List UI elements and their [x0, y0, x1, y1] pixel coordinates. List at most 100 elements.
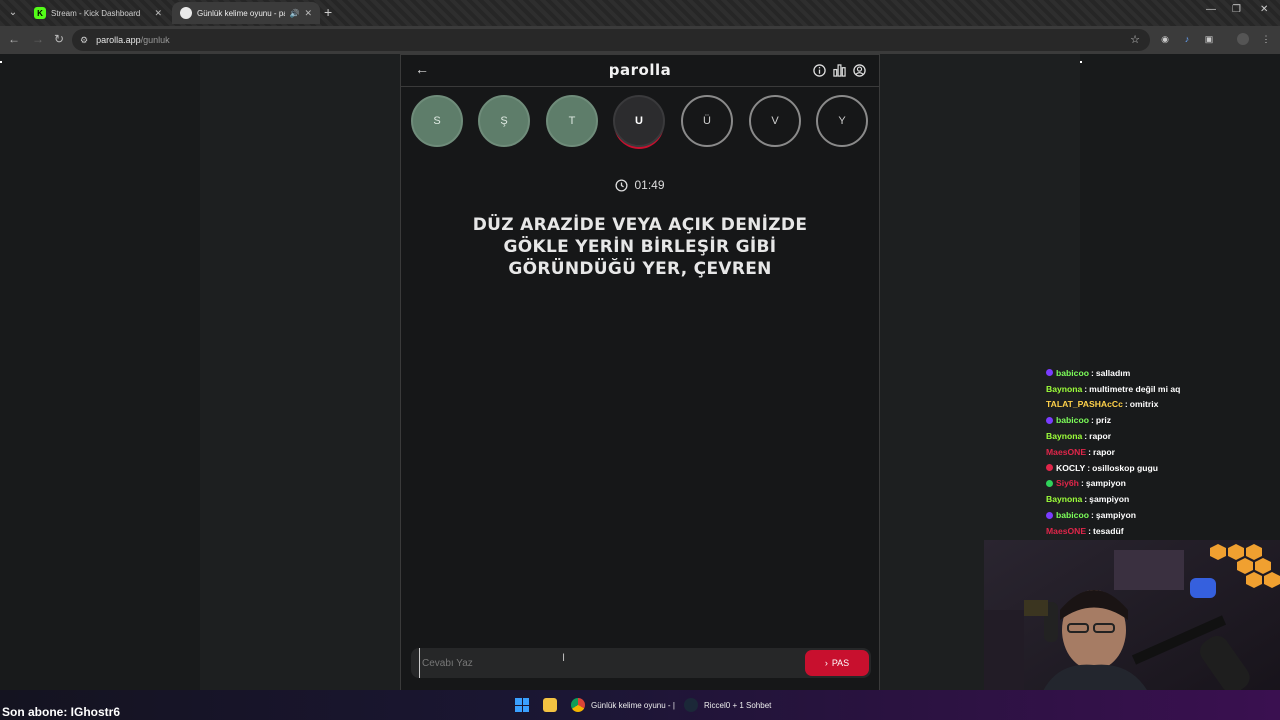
letter-circle-s[interactable]: S: [411, 95, 463, 147]
corner-dot: [1080, 61, 1082, 63]
parolla-app: ← parolla S Ş T U Ü V Y 01:49 DÜZ ARAZİD…: [400, 54, 880, 690]
chat-badge-icon: [1046, 479, 1053, 487]
chat-separator: :: [1084, 431, 1088, 442]
tab-label: Günlük kelime oyunu - par: [197, 8, 286, 18]
chat-text: omitrix: [1129, 399, 1159, 410]
site-info-icon[interactable]: ⚙: [80, 35, 88, 46]
clue-text: DÜZ ARAZİDE VEYA AÇIK DENİZDE GÖKLE YERİ…: [441, 214, 839, 280]
answer-input[interactable]: [419, 648, 799, 678]
close-window-icon[interactable]: ✕: [1260, 4, 1268, 15]
info-icon[interactable]: [813, 64, 826, 77]
pass-label: PAS: [831, 658, 850, 668]
tab-search-icon[interactable]: ⌄: [4, 4, 22, 22]
forward-arrow-icon[interactable]: →: [32, 32, 44, 46]
chat-username: MaesONE: [1046, 446, 1087, 457]
taskbar-item-label: Günlük kelime oyunu - |: [591, 700, 675, 710]
speaker-icon[interactable]: 🔊: [289, 9, 299, 18]
menu-dots-icon[interactable]: ⋮: [1260, 33, 1272, 45]
chat-message: TALAT_PASHAcCc: omitrix: [1046, 397, 1280, 413]
chat-message: babicoo: şampiyon: [1046, 507, 1280, 523]
taskbar-chrome[interactable]: Günlük kelime oyunu - |: [571, 696, 675, 714]
app-header: ← parolla: [401, 54, 879, 87]
minimize-icon[interactable]: —: [1206, 4, 1216, 15]
browser-toolbar: ← → ↻ ⚙ parolla.app/gunluk ☆ ◉ ♪ ▣ ⋮: [0, 26, 1280, 54]
maximize-icon[interactable]: ❐: [1232, 4, 1241, 15]
browser-tab-strip: ⌄ K Stream - Kick Dashboard ✕ Günlük kel…: [0, 0, 1280, 26]
letter-label: V: [771, 115, 779, 127]
chat-badge-icon: [1046, 369, 1053, 377]
reload-icon[interactable]: ↻: [54, 32, 64, 46]
chat-separator: :: [1124, 399, 1128, 410]
chat-message: Baynona: şampiyon: [1046, 491, 1280, 507]
chat-message: Baynona: rapor: [1046, 428, 1280, 444]
answer-bar: › PAS: [411, 648, 871, 678]
clock-icon: [615, 178, 629, 192]
url-path: /gunluk: [140, 35, 170, 45]
stats-icon[interactable]: [833, 64, 846, 77]
letter-label: T: [568, 115, 576, 127]
countdown-timer: 01:49: [401, 178, 879, 192]
taskbar-file-explorer[interactable]: [543, 696, 563, 714]
tab-kick-dashboard[interactable]: K Stream - Kick Dashboard ✕: [26, 2, 170, 24]
letter-circle-u[interactable]: U: [613, 95, 665, 147]
account-icon[interactable]: [853, 64, 866, 77]
new-tab-button[interactable]: +: [324, 5, 332, 19]
url-domain: parolla.app: [96, 35, 141, 45]
steam-icon: [684, 698, 698, 712]
chrome-icon: [571, 698, 585, 712]
kick-favicon-icon: K: [34, 7, 46, 19]
chat-text: osilloskop gugu: [1092, 462, 1159, 473]
chat-text: priz: [1095, 415, 1112, 426]
chat-badge-icon: [1046, 511, 1053, 519]
chat-text: şampiyon: [1095, 510, 1136, 521]
tab-label: Stream - Kick Dashboard: [51, 8, 141, 18]
extension-gamepad-icon[interactable]: ◉: [1159, 33, 1171, 45]
chat-separator: :: [1090, 367, 1094, 378]
chat-badge-icon: [1046, 416, 1053, 424]
extension-audio-icon[interactable]: ♪: [1181, 33, 1193, 45]
letter-label: Ü: [703, 115, 711, 127]
chat-username: Siy6h: [1056, 478, 1079, 489]
chat-separator: :: [1084, 383, 1088, 394]
close-tab-icon[interactable]: ✕: [304, 8, 312, 19]
chat-message: babicoo: priz: [1046, 412, 1280, 428]
chat-separator: :: [1090, 415, 1094, 426]
chat-username: Baynona: [1046, 383, 1083, 394]
pass-button[interactable]: › PAS: [805, 650, 869, 676]
chat-separator: :: [1090, 510, 1094, 521]
letter-circle-v[interactable]: V: [749, 95, 801, 147]
letter-circle-sh[interactable]: Ş: [478, 95, 530, 147]
letter-circle-y[interactable]: Y: [816, 95, 868, 147]
chat-text: salladım: [1095, 367, 1131, 378]
chat-text: şampiyon: [1089, 494, 1130, 505]
chat-text: tesadüf: [1093, 525, 1124, 536]
taskbar-steam[interactable]: Riccel0 + 1 Sohbet: [684, 696, 771, 714]
letter-label: Y: [838, 115, 846, 127]
letter-circle-t[interactable]: T: [546, 95, 598, 147]
chat-separator: :: [1084, 494, 1088, 505]
letter-circle-uu[interactable]: Ü: [681, 95, 733, 147]
bookmark-star-icon[interactable]: ☆: [1130, 33, 1140, 46]
extensions-puzzle-icon[interactable]: ▣: [1203, 33, 1215, 45]
chat-username: Baynona: [1046, 494, 1083, 505]
chat-message: Baynona: multimetre değil mi aq: [1046, 381, 1280, 397]
left-gutter: [200, 54, 400, 690]
chat-message: MaesONE: tesadüf: [1046, 523, 1280, 539]
close-tab-icon[interactable]: ✕: [154, 8, 162, 19]
chat-username: Baynona: [1046, 431, 1083, 442]
chat-badge-icon: [1046, 464, 1053, 472]
chat-message: Siy6h: şampiyon: [1046, 476, 1280, 492]
chat-username: TALAT_PASHAcCc: [1046, 399, 1123, 410]
parolla-favicon-icon: [180, 7, 192, 19]
back-arrow-icon[interactable]: ←: [8, 32, 20, 46]
chat-separator: :: [1088, 446, 1091, 457]
letter-label: S: [433, 115, 441, 127]
address-bar[interactable]: ⚙ parolla.app/gunluk ☆: [72, 29, 1150, 51]
profile-avatar-icon[interactable]: [1237, 33, 1249, 45]
chat-username: babicoo: [1056, 415, 1089, 426]
letter-wheel: S Ş T U Ü V Y: [411, 95, 871, 151]
letter-label: U: [635, 115, 643, 127]
timer-value: 01:49: [634, 178, 665, 192]
tab-parolla[interactable]: Günlük kelime oyunu - par 🔊 ✕: [172, 2, 320, 24]
windows-start-icon[interactable]: [515, 698, 529, 712]
